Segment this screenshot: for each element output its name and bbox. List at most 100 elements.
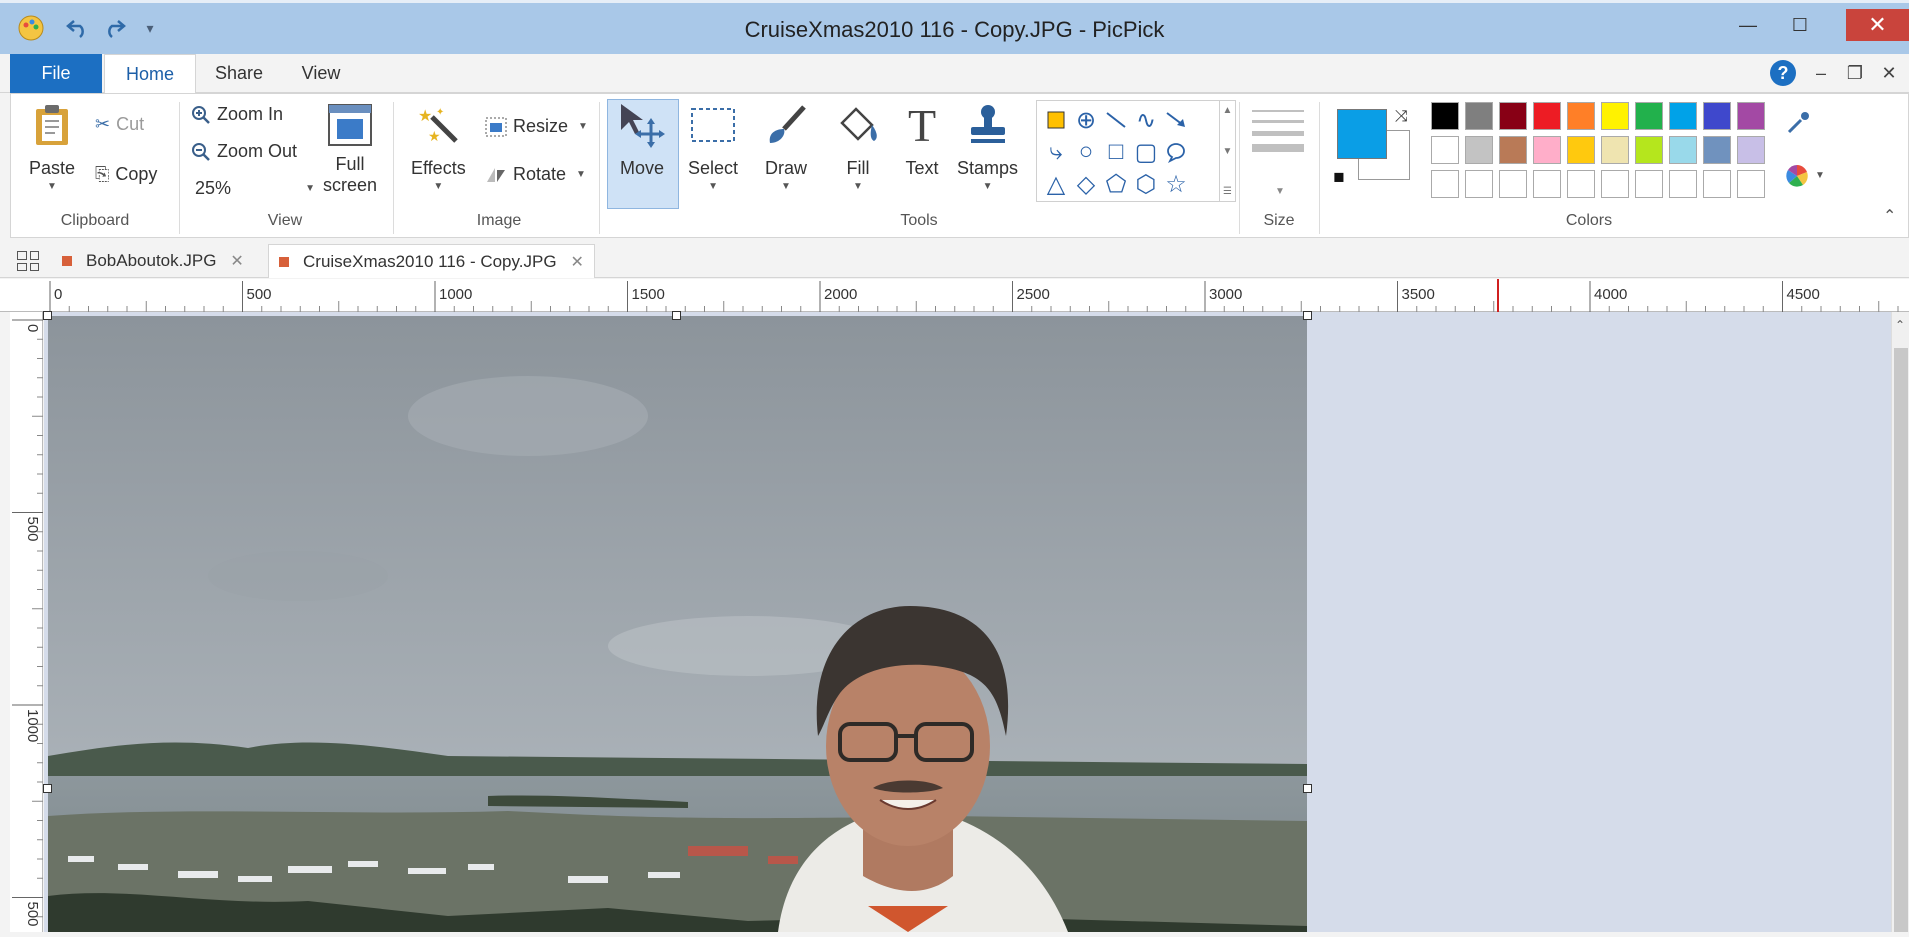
scroll-up-icon[interactable]: ▲	[1223, 105, 1233, 116]
color-swatch[interactable]	[1533, 136, 1561, 164]
color-swatch[interactable]	[1465, 170, 1493, 198]
color-swatch[interactable]	[1669, 170, 1697, 198]
color-swatch[interactable]	[1635, 136, 1663, 164]
line-icon[interactable]	[1101, 105, 1131, 135]
maximize-button[interactable]: ☐	[1774, 9, 1826, 41]
size-selector[interactable]	[1252, 110, 1304, 160]
color-swatch[interactable]	[1499, 136, 1527, 164]
canvas-area[interactable]	[43, 311, 1891, 932]
zoom-in-label: Zoom In	[217, 104, 284, 124]
arrow-line-icon[interactable]	[1161, 105, 1191, 135]
color-wheel-icon[interactable]	[1785, 164, 1809, 193]
rounded-rectangle-icon[interactable]: ▢	[1131, 137, 1161, 167]
curve-icon[interactable]: ∿	[1131, 105, 1161, 135]
doc-tab[interactable]: BobAboutok.JPG ✕	[52, 244, 254, 278]
color-swatch[interactable]	[1431, 136, 1459, 164]
color-swatch[interactable]	[1703, 136, 1731, 164]
crosshair-icon[interactable]: ⊕	[1071, 105, 1101, 135]
cut-button[interactable]: ✂ Cut	[95, 114, 144, 135]
scroll-up-icon[interactable]: ⌃	[1895, 318, 1905, 332]
resize-handle[interactable]	[43, 311, 52, 320]
color-swatch[interactable]	[1499, 170, 1527, 198]
close-button[interactable]: ✕	[1846, 9, 1909, 41]
eyedropper-icon[interactable]	[1785, 110, 1811, 143]
collapse-ribbon-icon[interactable]: ⌃	[1883, 206, 1896, 226]
expand-icon[interactable]: ☰	[1223, 186, 1232, 197]
pentagon-icon[interactable]: ⬠	[1101, 169, 1131, 199]
fill-tool-button[interactable]: Fill ▼	[833, 100, 883, 192]
color-swatch[interactable]	[1533, 170, 1561, 198]
triangle-icon[interactable]: △	[1041, 169, 1071, 199]
color-swatch[interactable]	[1465, 136, 1493, 164]
primary-color[interactable]	[1337, 109, 1387, 159]
color-swatch[interactable]	[1567, 102, 1595, 130]
hexagon-icon[interactable]: ⬡	[1131, 169, 1161, 199]
stamps-tool-button[interactable]: Stamps ▼	[957, 100, 1018, 192]
minimize-button[interactable]: —	[1722, 9, 1774, 41]
close-tab-icon[interactable]: ✕	[230, 251, 243, 271]
color-swatch[interactable]	[1635, 170, 1663, 198]
color-swatch[interactable]	[1703, 102, 1731, 130]
color-swatch[interactable]	[1533, 102, 1561, 130]
tab-view[interactable]: View	[283, 54, 359, 93]
color-swatch[interactable]	[1635, 102, 1663, 130]
resize-handle[interactable]	[43, 784, 52, 793]
star-icon[interactable]: ☆	[1161, 169, 1191, 199]
resize-button[interactable]: Resize ▼	[485, 116, 588, 137]
zoom-out-button[interactable]: Zoom Out	[191, 141, 297, 162]
reset-colors-icon[interactable]: ◼	[1333, 168, 1345, 185]
swap-colors-icon[interactable]: ⤨	[1395, 108, 1408, 126]
photo-image[interactable]	[48, 316, 1307, 932]
full-screen-button[interactable]: Full screen	[323, 100, 377, 196]
scroll-down-icon[interactable]: ▼	[1223, 146, 1233, 157]
shapes-scroll[interactable]: ▲ ▼ ☰	[1219, 101, 1235, 201]
color-swatch[interactable]	[1601, 136, 1629, 164]
color-swatch[interactable]	[1499, 102, 1527, 130]
tab-file[interactable]: File	[10, 54, 102, 93]
color-swatch[interactable]	[1737, 102, 1765, 130]
ribbon-close-icon[interactable]: ✕	[1876, 60, 1902, 86]
paste-button[interactable]: Paste ▼	[27, 100, 77, 192]
zoom-out-icon	[191, 142, 211, 162]
rotate-button[interactable]: Rotate ▼	[485, 164, 586, 185]
tab-share[interactable]: Share	[200, 54, 278, 93]
color-swatch[interactable]	[1601, 102, 1629, 130]
zoom-level-select[interactable]: 25% ▼	[195, 178, 315, 199]
tab-home[interactable]: Home	[104, 54, 196, 94]
vertical-scrollbar[interactable]: ⌃	[1891, 312, 1909, 932]
color-swatch[interactable]	[1669, 102, 1697, 130]
zoom-in-button[interactable]: Zoom In	[191, 104, 283, 125]
effects-button[interactable]: ★ ★ ✦ Effects ▼	[411, 100, 466, 192]
copy-button[interactable]: ⎘ Copy	[95, 164, 157, 185]
select-tool-button[interactable]: Select ▼	[688, 100, 738, 192]
doc-tab-active[interactable]: CruiseXmas2010 116 - Copy.JPG ✕	[268, 244, 595, 278]
color-swatch[interactable]	[1737, 170, 1765, 198]
color-swatch[interactable]	[1431, 170, 1459, 198]
color-swatch[interactable]	[1567, 170, 1595, 198]
grid-view-icon[interactable]	[17, 251, 39, 271]
color-swatch[interactable]	[1431, 102, 1459, 130]
color-swatch[interactable]	[1465, 102, 1493, 130]
color-swatch[interactable]	[1703, 170, 1731, 198]
color-swatch[interactable]	[1669, 136, 1697, 164]
scrollbar-thumb[interactable]	[1894, 348, 1908, 932]
resize-handle[interactable]	[1303, 784, 1312, 793]
ribbon-restore-icon[interactable]: ❐	[1842, 60, 1868, 86]
color-swatch[interactable]	[1601, 170, 1629, 198]
close-tab-icon[interactable]: ✕	[571, 252, 584, 272]
text-tool-button[interactable]: T Text	[897, 100, 947, 179]
rectangle-icon[interactable]: □	[1101, 137, 1131, 167]
ribbon-minimize-icon[interactable]: –	[1808, 60, 1834, 86]
help-icon[interactable]: ?	[1770, 60, 1796, 86]
color-swatch[interactable]	[1737, 136, 1765, 164]
resize-handle[interactable]	[1303, 311, 1312, 320]
ellipse-icon[interactable]: ○	[1071, 137, 1101, 167]
speech-bubble-icon[interactable]	[1161, 137, 1191, 167]
diamond-icon[interactable]: ◇	[1071, 169, 1101, 199]
draw-tool-button[interactable]: Draw ▼	[761, 100, 811, 192]
curved-arrow-icon[interactable]: ⤷	[1041, 137, 1071, 167]
square-select-icon[interactable]	[1041, 105, 1071, 135]
move-tool-button[interactable]: Move	[617, 100, 667, 179]
resize-handle[interactable]	[672, 311, 681, 320]
color-swatch[interactable]	[1567, 136, 1595, 164]
